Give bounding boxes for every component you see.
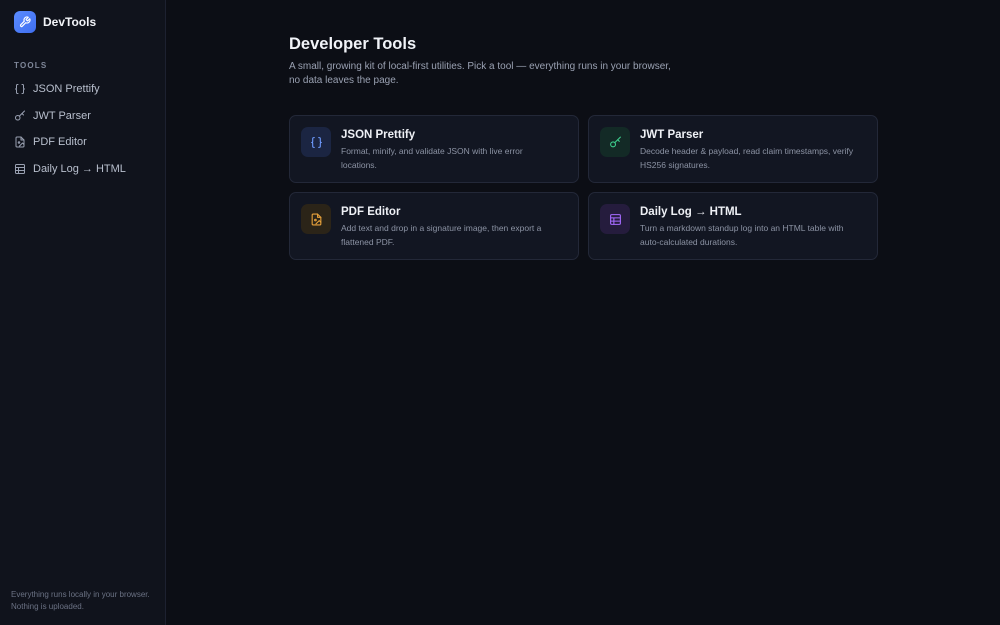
sidebar-item-json-prettify[interactable]: JSON Prettify [0,76,165,103]
card-desc-line: HS256 signatures. [640,159,710,170]
brand[interactable]: DevTools [0,0,165,44]
sidebar-item-label: JWT Parser [33,109,91,122]
key-icon [600,127,630,157]
table-icon [14,163,26,175]
tool-card-pdf-editor[interactable]: PDF Editor Add text and drop in a signat… [289,192,579,260]
card-desc-line: Turn a markdown standup log into an HTML… [640,223,844,233]
main-content: Developer Tools A small, growing kit of … [166,0,1000,625]
footer-line: Everything runs locally in your browser. [11,590,150,599]
card-desc-line: flattened PDF. [341,236,395,247]
card-description: Add text and drop in a signature image, … [341,222,541,249]
card-desc-line: Add text and drop in a signature image, … [341,223,542,233]
card-body: JWT Parser Decode header & payload, read… [640,127,853,171]
card-desc-line: Format, minify, and validate JSON with l… [341,146,523,156]
file-image-icon [301,204,331,234]
card-title: JWT Parser [640,129,704,141]
card-description: Turn a markdown standup log into an HTML… [640,222,843,249]
sidebar-item-jwt-parser[interactable]: JWT Parser [0,103,165,130]
sidebar-item-daily-log[interactable]: Daily Log → HTML [0,156,165,183]
footer-line: Nothing is uploaded. [11,602,84,611]
card-desc-line: Decode header & payload, read claim time… [640,146,854,156]
card-title: JSON Prettify [341,129,416,141]
page-title: Developer Tools [289,35,417,53]
sidebar-item-pdf-editor[interactable]: PDF Editor [0,129,165,156]
card-desc-line: auto-calculated durations. [640,236,738,247]
tool-card-json-prettify[interactable]: JSON Prettify Format, minify, and valida… [289,115,579,183]
card-body: Daily Log → HTML Turn a markdown standup… [640,204,843,248]
card-description: Decode header & payload, read claim time… [640,145,853,172]
tool-grid: JSON Prettify Format, minify, and valida… [289,115,878,260]
sidebar-footer: Everything runs locally in your browser.… [11,589,150,613]
app-root: DevTools TOOLS JSON Prettify JWT Parser … [0,0,1000,625]
tool-card-jwt-parser[interactable]: JWT Parser Decode header & payload, read… [588,115,878,183]
description-line: A small, growing kit of local-first util… [289,61,671,72]
brand-name: DevTools [43,15,97,29]
sidebar-item-label: JSON Prettify [33,83,100,96]
card-description: Format, minify, and validate JSON with l… [341,145,523,172]
card-title: PDF Editor [341,206,401,218]
tool-card-daily-log[interactable]: Daily Log → HTML Turn a markdown standup… [588,192,878,260]
sidebar: DevTools TOOLS JSON Prettify JWT Parser … [0,0,166,625]
card-title: Daily Log → HTML [640,206,742,218]
sidebar-item-label: PDF Editor [33,136,87,149]
section-label-tools: TOOLS [14,61,48,70]
sidebar-item-label: Daily Log → HTML [33,162,126,175]
key-icon [14,110,26,122]
file-image-icon [14,136,26,148]
table-icon [600,204,630,234]
braces-icon [301,127,331,157]
card-body: PDF Editor Add text and drop in a signat… [341,204,541,248]
braces-icon [14,83,26,95]
wrench-icon [14,11,36,33]
page-description: A small, growing kit of local-first util… [289,60,709,88]
card-desc-line: locations. [341,159,377,170]
sidebar-nav: JSON Prettify JWT Parser PDF Editor Dail… [0,76,165,182]
description-line: no data leaves the page. [289,75,399,86]
card-body: JSON Prettify Format, minify, and valida… [341,127,523,171]
